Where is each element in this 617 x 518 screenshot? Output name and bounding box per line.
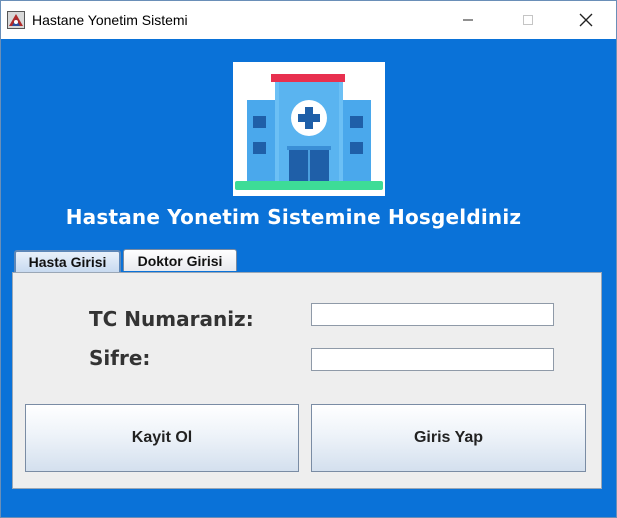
tab-doktor-girisi[interactable]: Doktor Girisi [123, 249, 237, 271]
maximize-icon [523, 15, 533, 25]
window-title: Hastane Yonetim Sistemi [32, 12, 188, 28]
minimize-button[interactable] [445, 1, 491, 39]
login-button[interactable]: Giris Yap [311, 404, 586, 472]
tc-number-input[interactable] [311, 303, 554, 326]
password-label: Sifre: [89, 346, 151, 370]
title-bar[interactable]: Hastane Yonetim Sistemi [1, 1, 616, 39]
tc-label: TC Numaraniz: [89, 307, 254, 331]
tab-hasta-girisi[interactable]: Hasta Girisi [14, 250, 121, 272]
app-icon [7, 11, 25, 29]
register-button[interactable]: Kayit Ol [25, 404, 299, 472]
welcome-heading: Hastane Yonetim Sistemine Hosgeldiniz [65, 205, 522, 229]
app-window: Hastane Yonetim Sistemi Hastane Yonetim … [0, 0, 617, 518]
minimize-icon [463, 19, 473, 21]
maximize-button[interactable] [505, 1, 551, 39]
close-button[interactable] [563, 1, 609, 39]
password-input[interactable] [311, 348, 554, 371]
hospital-icon [233, 62, 385, 196]
close-icon [579, 13, 593, 27]
login-panel: TC Numaraniz: Sifre: Kayit Ol Giris Yap [12, 272, 602, 489]
